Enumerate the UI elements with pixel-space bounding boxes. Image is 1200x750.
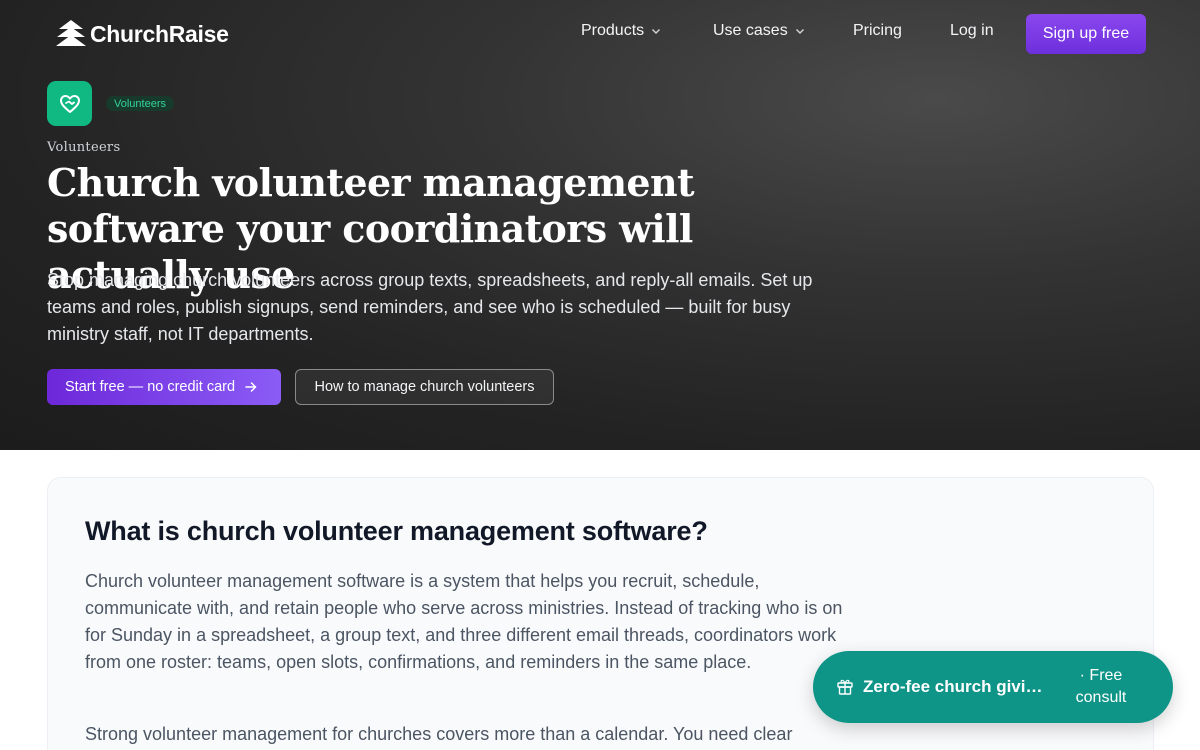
signup-button-label: Sign up free — [1042, 25, 1130, 42]
brand-logo[interactable]: ChurchRaise — [55, 19, 229, 49]
heart-hands-icon — [59, 94, 80, 113]
nav-login-label: Log in — [950, 22, 994, 39]
promo-main-label: Zero-fee church giving — [863, 677, 1043, 696]
nav-products[interactable]: Products — [581, 22, 661, 40]
signup-button[interactable]: Sign up free — [1026, 14, 1146, 54]
nav-pricing[interactable]: Pricing — [853, 22, 902, 40]
start-free-button-label: Start free — no credit card — [65, 379, 236, 395]
chevron-down-icon — [652, 29, 661, 34]
how-to-manage-button[interactable]: How to manage church volunteers — [295, 369, 554, 405]
section-paragraph-1: Church volunteer management software is … — [85, 571, 843, 672]
promo-floating-button[interactable]: Zero-fee church giving · Free consult — [813, 651, 1173, 723]
top-nav: ChurchRaise Products Use cases Pricing L… — [0, 0, 1200, 68]
category-pill: Volunteers — [106, 96, 174, 111]
chevron-down-icon — [795, 29, 804, 34]
nav-pricing-label: Pricing — [853, 22, 902, 39]
volunteers-badge — [47, 81, 92, 126]
logo-church-icon — [56, 20, 86, 46]
arrow-right-icon — [245, 382, 257, 392]
category-pill-label: Volunteers — [114, 97, 166, 110]
hero-subtext: Stop managing church volunteers across g… — [47, 270, 813, 344]
brand-name: ChurchRaise — [90, 20, 229, 47]
section-paragraph-2: Strong volunteer management for churches… — [85, 724, 793, 744]
hero-section: ChurchRaise Products Use cases Pricing L… — [0, 0, 1200, 450]
nav-use-cases-label: Use cases — [713, 22, 788, 39]
start-free-button[interactable]: Start free — no credit card — [47, 369, 281, 405]
nav-products-label: Products — [581, 22, 645, 39]
promo-side-label: · Free consult — [1075, 667, 1127, 706]
nav-login[interactable]: Log in — [950, 22, 994, 40]
gift-icon — [837, 679, 853, 695]
eyebrow-label: Volunteers — [47, 140, 121, 155]
nav-use-cases[interactable]: Use cases — [713, 22, 805, 40]
section-title: What is church volunteer management soft… — [85, 516, 708, 546]
how-to-manage-button-label: How to manage church volunteers — [314, 379, 535, 395]
